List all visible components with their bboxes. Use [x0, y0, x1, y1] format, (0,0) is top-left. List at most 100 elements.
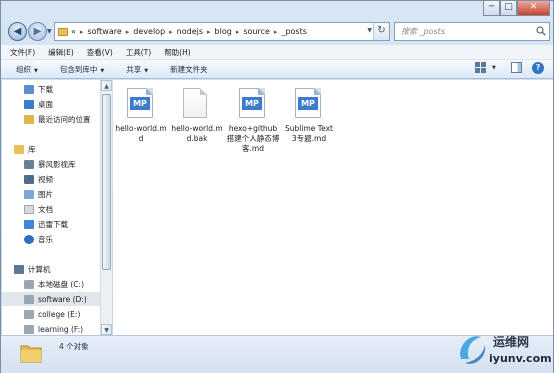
nav-item-drive-d[interactable]: software (D:) — [2, 292, 100, 306]
include-in-library-button[interactable]: 包含到库中 ▼ — [60, 64, 104, 75]
pictures-icon — [24, 189, 34, 199]
blank-file-icon — [183, 88, 211, 120]
chevron-right-icon[interactable]: ▸ — [274, 28, 278, 36]
file-list: MP hello-world.md hello-world.md.bak MP … — [113, 80, 553, 335]
change-view-button[interactable] — [475, 62, 486, 73]
menu-file[interactable]: 文件(F) — [10, 47, 35, 58]
preview-pane-button[interactable] — [511, 62, 522, 73]
file-name: hello-world.md.bak — [171, 124, 223, 143]
help-button[interactable]: ? — [532, 62, 544, 74]
maximize-button[interactable]: □ — [500, 1, 517, 16]
breadcrumb-overflow[interactable]: « — [71, 27, 76, 36]
markdown-file-icon: MP — [127, 88, 155, 120]
nav-item-label: 库 — [28, 144, 36, 154]
menu-view[interactable]: 查看(V) — [87, 47, 113, 58]
menu-help[interactable]: 帮助(H) — [164, 47, 191, 58]
new-folder-button[interactable]: 新建文件夹 — [170, 64, 208, 75]
close-button[interactable]: ✕ — [517, 1, 550, 16]
watermark-swirl-icon — [460, 336, 486, 364]
nav-item-label: 图片 — [38, 189, 53, 199]
scroll-up-arrow-icon[interactable]: ▲ — [101, 80, 112, 91]
back-button[interactable]: ◀ — [8, 22, 27, 41]
recent-pages-dropdown-icon[interactable]: ▼ — [47, 28, 52, 35]
nav-item-pictures[interactable]: 图片 — [2, 187, 100, 201]
nav-item-videos[interactable]: 视频 — [2, 172, 100, 186]
nav-item-label: 音乐 — [38, 234, 53, 244]
nav-item-label: 桌面 — [38, 99, 53, 109]
status-item-count: 4 个对象 — [59, 342, 89, 351]
chevron-right-icon[interactable]: ▸ — [207, 28, 211, 36]
preview-pane-icon — [511, 62, 522, 73]
breadcrumb-posts[interactable]: _posts — [281, 27, 306, 36]
view-dropdown-icon[interactable]: ▼ — [492, 65, 496, 71]
refresh-button[interactable]: ↻ — [373, 23, 389, 40]
file-item[interactable]: hello-world.md.bak — [170, 88, 224, 144]
nav-item-label: 暴风影视库 — [38, 159, 76, 169]
folder-icon — [58, 27, 68, 36]
address-bar[interactable]: « ▸ software ▸ develop ▸ nodejs ▸ blog ▸… — [54, 22, 390, 41]
download-icon — [24, 219, 34, 229]
nav-item-video-library[interactable]: 暴风影视库 — [2, 157, 100, 171]
menu-tools[interactable]: 工具(T) — [126, 47, 151, 58]
navigation-scrollbar[interactable]: ▲ ▼ — [100, 80, 112, 335]
breadcrumb-blog[interactable]: blog — [215, 27, 232, 36]
forward-button[interactable]: ▶ — [28, 22, 47, 41]
markdown-file-icon: MP — [295, 88, 323, 120]
watermark-logo: 运维网 iyunv.com — [453, 327, 553, 373]
desktop-icon — [24, 99, 34, 109]
nav-item-music[interactable]: 音乐 — [2, 232, 100, 246]
nav-item-desktop[interactable]: 桌面 — [2, 97, 100, 111]
file-name: hello-world.md — [115, 124, 167, 143]
menu-bar: 文件(F) 编辑(E) 查看(V) 工具(T) 帮助(H) — [1, 45, 553, 60]
nav-item-label: 文档 — [38, 204, 53, 214]
nav-item-drive-e[interactable]: college (E:) — [2, 307, 100, 321]
nav-item-documents[interactable]: 文档 — [2, 202, 100, 216]
watermark-cn-text: 运维网 — [493, 335, 530, 349]
file-name: hexo+github搭建个人静态博客.md — [226, 124, 280, 153]
explorer-window: ─ □ ✕ ◀ ▶ ▼ « ▸ software ▸ develop ▸ nod… — [0, 0, 554, 373]
share-button[interactable]: 共享 ▼ — [126, 64, 148, 75]
address-dropdown-icon[interactable]: ▼ — [367, 27, 372, 34]
nav-item-downloads[interactable]: 下载 — [2, 82, 100, 96]
file-item[interactable]: MP hexo+github搭建个人静态博客.md — [226, 88, 280, 154]
breadcrumb-source[interactable]: source — [243, 27, 270, 36]
breadcrumb-develop[interactable]: develop — [133, 27, 165, 36]
nav-item-label: 最近访问的位置 — [38, 114, 91, 124]
file-name: Sublime Text 3专题.md — [285, 124, 333, 143]
nav-item-drive-c[interactable]: 本地磁盘 (C:) — [2, 277, 100, 291]
nav-item-computer[interactable]: 计算机 — [2, 262, 100, 276]
breadcrumb-nodejs[interactable]: nodejs — [177, 27, 203, 36]
nav-item-label: software (D:) — [38, 294, 87, 304]
file-item[interactable]: MP Sublime Text 3专题.md — [282, 88, 336, 144]
nav-item-recent-places[interactable]: 最近访问的位置 — [2, 112, 100, 126]
breadcrumb-software[interactable]: software — [87, 27, 121, 36]
navigation-pane: 下载 桌面 最近访问的位置 库 暴风影视库 视频 图片 文档 迅雷下载 音乐 计… — [2, 80, 100, 335]
chevron-right-icon[interactable]: ▸ — [169, 28, 173, 36]
minimize-button[interactable]: ─ — [483, 1, 500, 16]
nav-item-thunder-downloads[interactable]: 迅雷下载 — [2, 217, 100, 231]
nav-item-libraries[interactable]: 库 — [2, 142, 100, 156]
nav-item-drive-f[interactable]: learning (F:) — [2, 322, 100, 335]
menu-edit[interactable]: 编辑(E) — [48, 47, 74, 58]
address-row: ◀ ▶ ▼ « ▸ software ▸ develop ▸ nodejs ▸ … — [1, 18, 553, 44]
file-item[interactable]: MP hello-world.md — [114, 88, 168, 144]
organize-button[interactable]: 组织 ▼ — [16, 64, 38, 75]
chevron-right-icon[interactable]: ▸ — [236, 28, 240, 36]
drive-icon — [24, 279, 34, 289]
scroll-down-arrow-icon[interactable]: ▼ — [101, 324, 112, 335]
command-bar: 组织 ▼ 包含到库中 ▼ 共享 ▼ 新建文件夹 ▼ ? — [1, 60, 553, 79]
chevron-right-icon[interactable]: ▸ — [126, 28, 130, 36]
chevron-down-icon: ▼ — [34, 67, 38, 74]
scrollbar-thumb[interactable] — [102, 94, 111, 270]
markdown-file-icon: MP — [239, 88, 267, 120]
search-icon — [536, 26, 546, 36]
chevron-right-icon[interactable]: ▸ — [80, 28, 84, 36]
nav-item-label: 迅雷下载 — [38, 219, 68, 229]
video-library-icon — [24, 159, 34, 169]
drive-icon — [24, 294, 34, 304]
nav-item-label: 视频 — [38, 174, 53, 184]
nav-item-label: college (E:) — [38, 309, 81, 319]
folder-icon — [20, 345, 42, 363]
chevron-down-icon: ▼ — [100, 67, 105, 74]
search-input[interactable]: 搜索 _posts — [394, 22, 550, 41]
